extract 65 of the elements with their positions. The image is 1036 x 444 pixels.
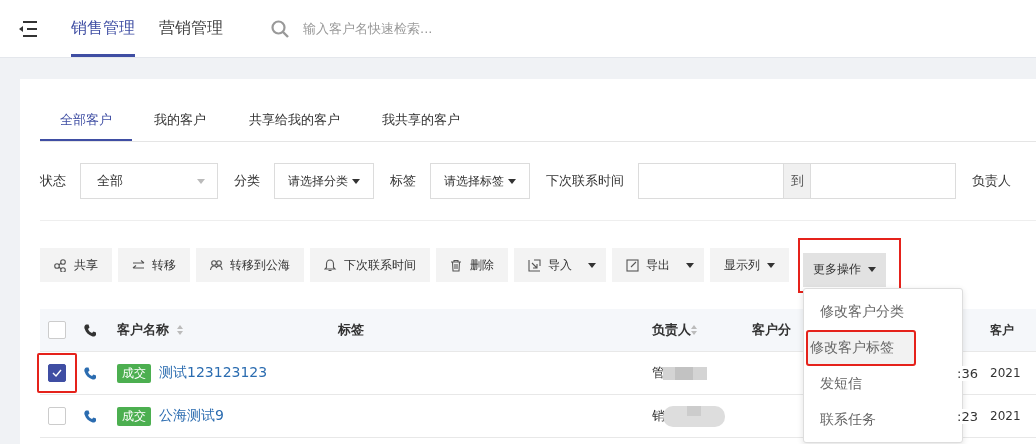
column-header[interactable]: 负责人 [652,321,691,339]
customer-name-link[interactable]: 测试123123123 [159,364,268,382]
toolbar-button[interactable]: 导出 [612,248,682,282]
column-header[interactable]: 客户 [990,321,1014,339]
customer-tab[interactable]: 我共享的客户 [362,99,480,141]
toolbar-icon [528,258,541,272]
toolbar-icon [54,258,67,272]
status-tag: 成交 [117,363,151,383]
toolbar-button[interactable]: 删除 [436,248,508,282]
search-icon [271,19,289,38]
time-text: :36 [957,365,978,381]
caret-button[interactable] [682,248,704,282]
toolbar-icon [626,258,639,272]
owner-name: 管 [652,364,665,382]
search-field[interactable]: 输入客户名快速检索... [301,20,505,37]
toolbar-icon [132,258,145,272]
phone-icon [84,409,96,423]
blur-mask [663,405,725,427]
caret-icon [508,178,516,184]
date-text: 2021 [990,409,1021,423]
caret-icon [868,267,876,272]
filter-dropdown[interactable]: 请选择标签 [430,163,530,199]
date-text: 2021 [990,366,1021,380]
dropdown-button[interactable]: 显示列 [710,248,789,282]
column-header[interactable]: 客户名称 [117,321,169,339]
nav-tab[interactable]: 销售管理 [71,0,135,57]
caret-icon [588,262,596,268]
customer-tab[interactable]: 我的客户 [134,99,226,141]
caret-icon [197,178,205,184]
customer-tab[interactable]: 共享给我的客户 [229,99,360,141]
menu-item[interactable]: 修改客户分类 [804,294,962,330]
phone-icon [84,323,96,337]
toolbar-icon [324,258,337,272]
filter-label: 分类 [234,172,260,190]
caret-icon [352,178,360,184]
caret-button[interactable] [584,248,606,282]
dropdown-button[interactable]: 更多操作 [803,252,886,287]
status-select[interactable]: 全部 [80,163,218,199]
time-text: :23 [957,408,978,424]
caret-icon [767,262,775,268]
customer-tab[interactable]: 全部客户 [40,99,132,141]
nav-tab[interactable]: 营销管理 [159,0,223,57]
toolbar-button[interactable]: 下次联系时间 [310,248,430,282]
column-header[interactable]: 标签 [338,321,364,339]
filter-label: 负责人 [972,172,1011,190]
column-header[interactable]: 客户分 [752,321,791,339]
toolbar-icon [450,258,463,272]
status-tag: 成交 [117,406,151,426]
caret-icon [686,262,694,268]
toolbar-button[interactable]: 共享 [40,248,112,282]
filter-label: 下次联系时间 [546,172,624,190]
owner-name: 销 [652,407,665,425]
toolbar-icon [210,258,223,272]
menu-item[interactable]: 修改客户标签 [806,330,916,366]
check-icon [52,369,62,377]
toolbar-button[interactable]: 转移到公海 [196,248,304,282]
customer-name-link[interactable]: 公海测试9 [159,407,224,425]
menu-collapse-icon [18,20,38,37]
toolbar-button[interactable]: 导入 [514,248,584,282]
filter-dropdown[interactable]: 请选择分类 [274,163,374,199]
filter-label: 状态 [40,172,66,190]
toolbar-button[interactable]: 转移 [118,248,190,282]
filter-label: 标签 [390,172,416,190]
checkbox[interactable] [48,364,66,382]
phone-icon [84,366,96,380]
